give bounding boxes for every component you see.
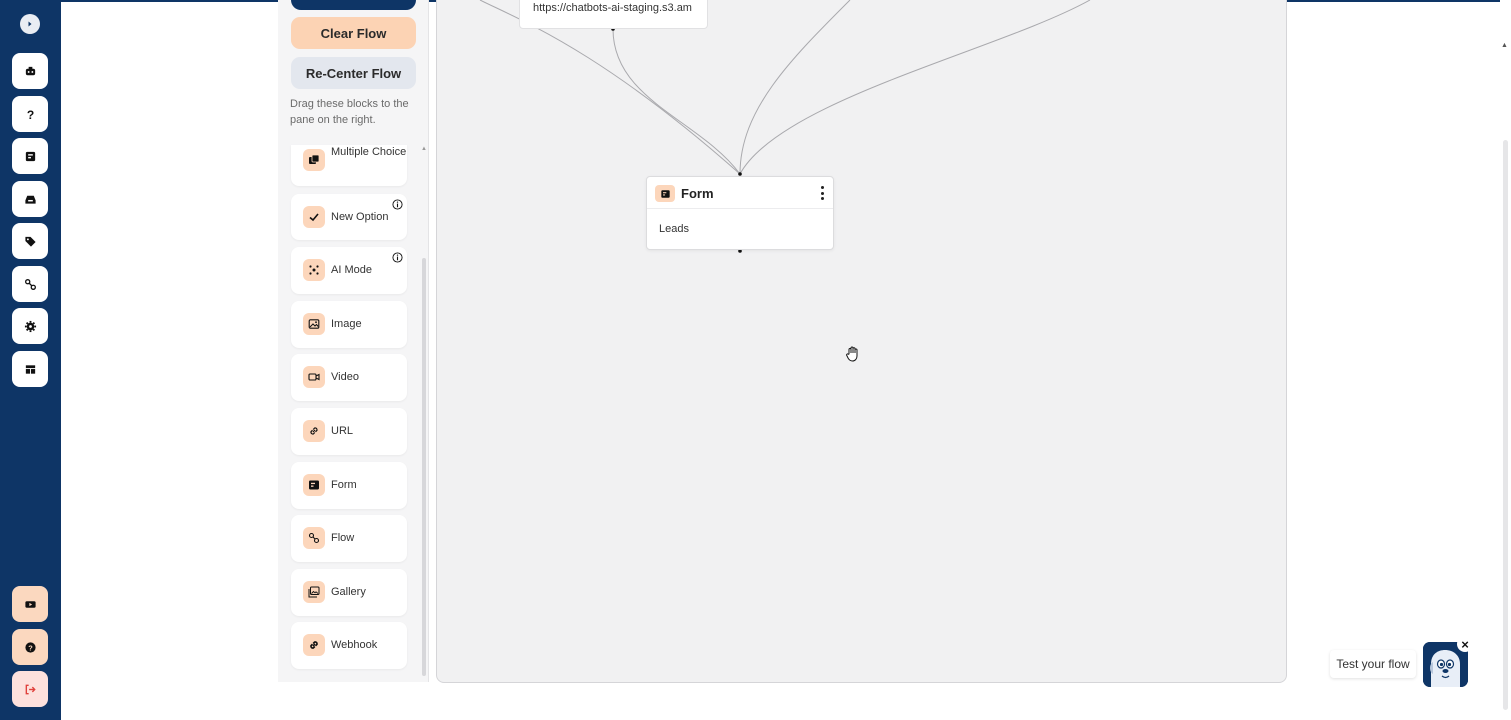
logout-icon: [25, 684, 36, 694]
gallery-icon: [303, 581, 325, 603]
block-label: Form: [331, 479, 357, 491]
sidebar-item-tutorials[interactable]: [12, 586, 48, 622]
form-node-title: Form: [681, 186, 714, 201]
block-label: Image: [331, 318, 362, 330]
sidebar-item-chatbots[interactable]: [12, 53, 48, 89]
multiple-choice-icon: [303, 149, 325, 171]
sidebar-item-settings[interactable]: [12, 308, 48, 344]
layout-icon: [25, 364, 35, 374]
block-flow[interactable]: Flow: [291, 515, 407, 562]
block-label: Multiple Choice: [331, 146, 407, 158]
sidebar-toggle-button[interactable]: [20, 14, 40, 34]
form-icon: [655, 185, 675, 202]
tag-icon: [24, 236, 36, 247]
info-icon[interactable]: [392, 199, 403, 210]
robot-icon: [25, 66, 35, 75]
sidebar-item-help[interactable]: ?: [12, 629, 48, 665]
block-label: New Option: [331, 211, 389, 223]
block-label: Webhook: [331, 639, 378, 651]
clear-flow-button[interactable]: Clear Flow: [291, 17, 416, 49]
webhook-icon: [303, 634, 325, 656]
sidebar-item-flows[interactable]: [12, 266, 48, 302]
save-flow-button[interactable]: [291, 0, 416, 10]
more-vertical-icon[interactable]: [819, 186, 825, 200]
sidebar-item-faq[interactable]: ?: [12, 96, 48, 132]
form-icon: [303, 474, 325, 496]
ai-icon: [303, 259, 325, 281]
link-icon: [303, 420, 325, 442]
form-icon: [25, 151, 35, 161]
sidebar-item-templates[interactable]: [12, 351, 48, 387]
info-icon[interactable]: [392, 252, 403, 263]
test-flow-label[interactable]: Test your flow: [1330, 650, 1416, 678]
close-icon[interactable]: ×: [1457, 636, 1473, 652]
block-video[interactable]: Video: [291, 354, 407, 401]
hand-cursor-icon: [846, 346, 858, 362]
help-circle-icon: ?: [24, 641, 36, 653]
block-ai-mode[interactable]: AI Mode: [291, 247, 407, 294]
panel-scroll-up-arrow[interactable]: ▲: [421, 146, 427, 152]
video-icon: [24, 600, 36, 608]
check-icon: [303, 206, 325, 228]
recenter-flow-button[interactable]: Re-Center Flow: [291, 57, 416, 89]
block-url[interactable]: URL: [291, 408, 407, 455]
url-node-text: https://chatbots-ai-staging.s3.am: [533, 2, 692, 14]
page-scroll-up-arrow[interactable]: ▲: [1501, 42, 1508, 49]
panel-scrollbar-thumb[interactable]: [422, 258, 426, 676]
flow-icon: [303, 527, 325, 549]
form-node[interactable]: Form Leads: [646, 176, 834, 250]
block-form[interactable]: Form: [291, 462, 407, 509]
form-node-body: Leads: [659, 223, 689, 235]
block-label: URL: [331, 425, 354, 437]
sidebar-item-inbox[interactable]: [12, 181, 48, 217]
svg-text:?: ?: [26, 108, 33, 121]
page-scrollbar-thumb[interactable]: [1503, 140, 1508, 710]
block-multiple-choice[interactable]: Multiple Choice: [291, 145, 407, 186]
video-icon: [303, 366, 325, 388]
block-webhook[interactable]: Webhook: [291, 622, 407, 669]
panel-divider: [428, 0, 429, 682]
sidebar-item-logout[interactable]: [12, 671, 48, 707]
drag-hint-text: Drag these blocks to the pane on the rig…: [290, 98, 409, 126]
gear-icon: [24, 320, 36, 332]
block-gallery[interactable]: Gallery: [291, 569, 407, 616]
form-node-header: Form: [647, 177, 833, 209]
block-new-option[interactable]: New Option: [291, 194, 407, 240]
inbox-icon: [24, 195, 36, 204]
chevron-right-icon: [28, 21, 32, 27]
block-image[interactable]: Image: [291, 301, 407, 348]
svg-text:?: ?: [28, 643, 33, 652]
question-icon: ?: [26, 108, 33, 121]
sidebar-item-tags[interactable]: [12, 223, 48, 259]
flow-icon: [24, 278, 36, 290]
image-icon: [303, 313, 325, 335]
block-label: Flow: [331, 532, 355, 544]
flow-canvas[interactable]: [436, 0, 1287, 683]
sidebar-item-forms[interactable]: [12, 138, 48, 174]
block-label: Video: [331, 371, 359, 383]
block-label: Gallery: [331, 586, 366, 598]
block-label: AI Mode: [331, 264, 372, 276]
